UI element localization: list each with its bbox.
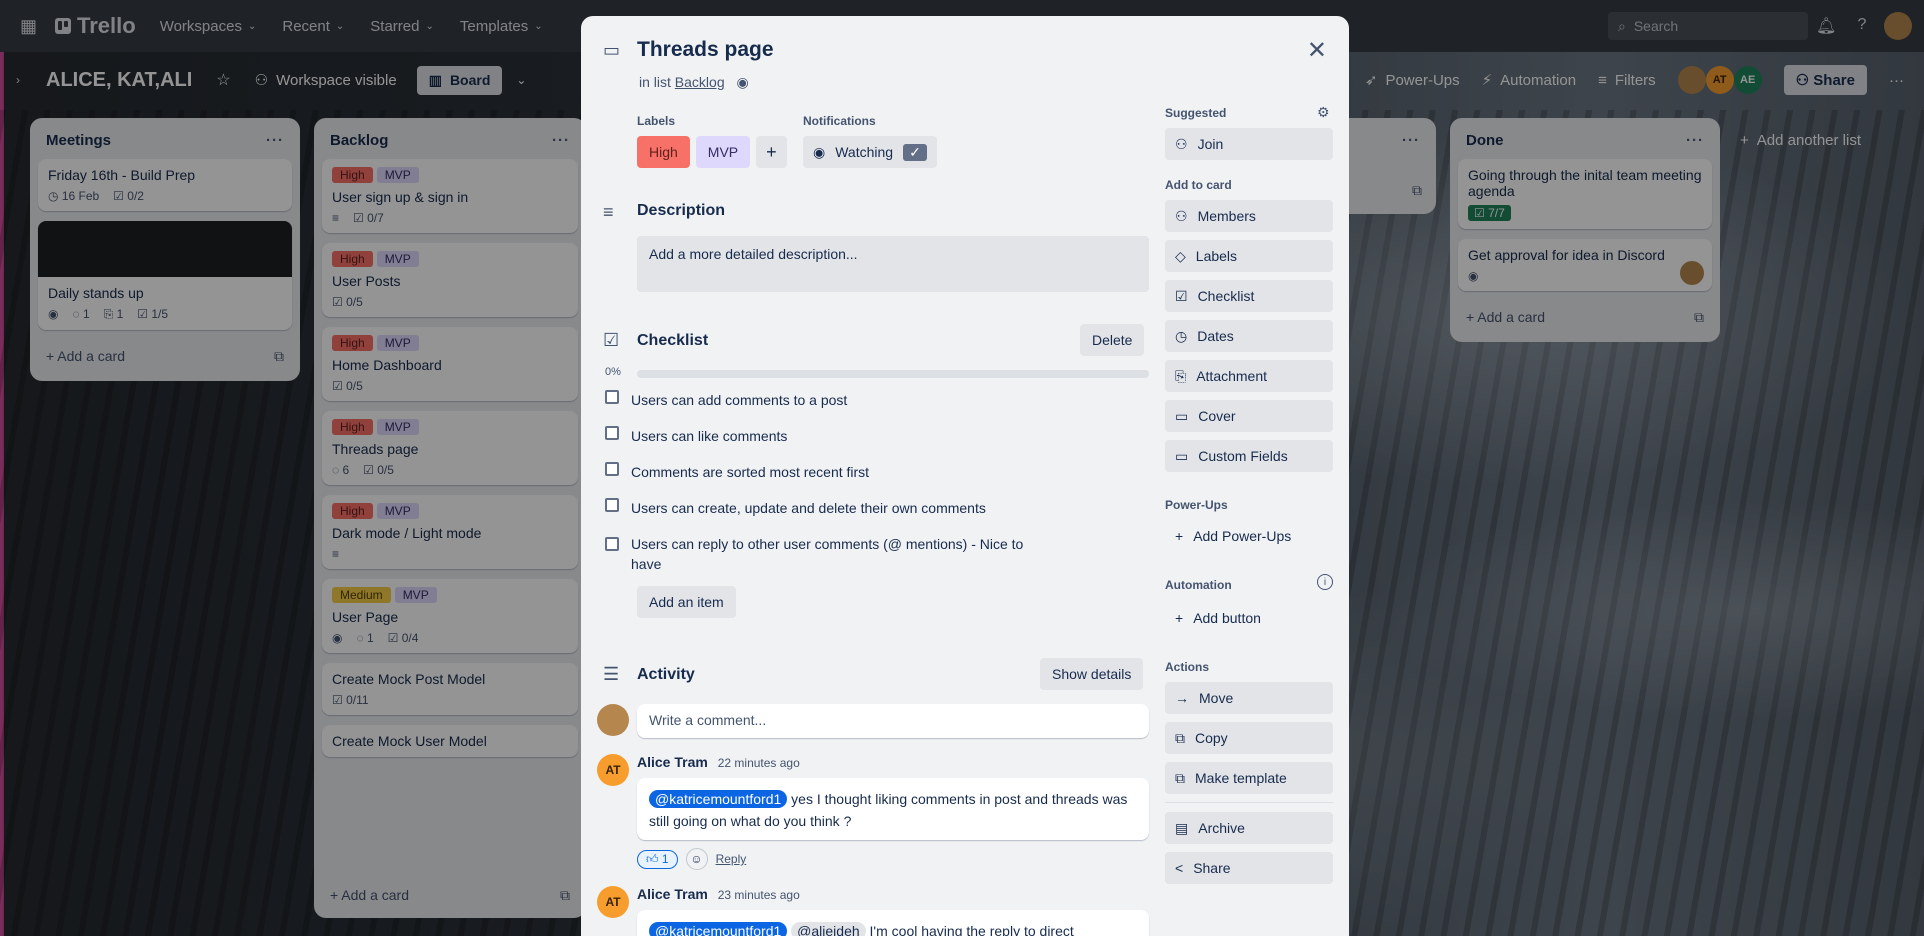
checklist-heading: Checklist [637,332,709,349]
check-icon: ✓ [903,143,927,161]
add-checklist-item-button[interactable]: Add an item [637,586,736,618]
card-icon: ▭ [603,40,621,60]
label-high[interactable]: High [637,136,690,168]
add-powerups-button[interactable]: + Add Power-Ups [1165,520,1333,552]
comment-actions: 👍︎ 1 ☺ Reply [637,848,746,870]
labels-heading: Labels [637,114,676,128]
eye-icon: ◉ [736,74,749,90]
add-label-button[interactable]: + [756,136,787,168]
comment-header: Alice Tram 22 minutes ago [637,754,800,770]
add-reaction-icon[interactable]: ☺ [685,848,708,870]
close-icon[interactable]: ✕ [1307,36,1327,65]
checklist-item[interactable]: Users can create, update and delete thei… [605,498,986,518]
clock-icon: ◷ [1175,327,1188,344]
powerups-heading: Power-Ups [1165,498,1228,512]
checklist-item[interactable]: Users can reply to other user comments (… [605,534,1045,574]
checklist-icon: ☑ [603,330,620,350]
reply-link[interactable]: Reply [716,852,747,866]
attachment-button[interactable]: ⎘ Attachment [1165,360,1333,392]
avatar: AT [597,886,629,918]
show-details-button[interactable]: Show details [1040,658,1144,690]
description-input[interactable]: Add a more detailed description... [637,236,1149,292]
list-link[interactable]: Backlog [675,74,725,90]
archive-button[interactable]: ▤ Archive [1165,812,1333,844]
checklist-button[interactable]: ☑ Checklist [1165,280,1333,312]
copy-button[interactable]: ⧉ Copy [1165,722,1333,754]
copy-icon: ⧉ [1175,729,1185,746]
comment-time: 23 minutes ago [717,888,800,902]
notifications-heading: Notifications [803,114,876,128]
user-mention[interactable]: @katricemountford1 [649,790,788,808]
share-icon: < [1175,860,1184,876]
comment-time: 22 minutes ago [717,756,800,770]
comment-body: @katricemountford1 yes I thought liking … [637,778,1149,840]
person-icon: ⚇ [1175,135,1188,152]
members-button[interactable]: ⚇ Members [1165,200,1333,232]
paperclip-icon: ⎘ [1175,367,1187,384]
user-mention[interactable]: @katricemountford1 [649,922,788,936]
fields-icon: ▭ [1175,447,1189,464]
info-icon[interactable]: i [1317,574,1333,590]
card-detail-modal: ▭ Threads page in list Backlog ◉ ✕ Label… [581,16,1349,936]
comment-header: Alice Tram 23 minutes ago [637,886,800,902]
delete-checklist-button[interactable]: Delete [1080,324,1145,356]
person-icon: ⚇ [1175,207,1188,224]
checklist-item[interactable]: Users can like comments [605,426,787,446]
divider [1165,802,1333,803]
current-user-avatar [597,704,629,736]
actions-heading: Actions [1165,660,1210,674]
labels-button[interactable]: ◇ Labels [1165,240,1333,272]
make-template-button[interactable]: ⧉ Make template [1165,762,1333,794]
label-mvp[interactable]: MVP [695,136,751,168]
reaction-thumbs-up[interactable]: 👍︎ 1 [637,849,678,869]
checklist-icon: ☑ [1175,287,1188,304]
checkbox[interactable] [605,537,619,551]
share-card-button[interactable]: < Share [1165,852,1333,884]
tag-icon: ◇ [1175,247,1186,264]
card-labels: High MVP + [637,136,787,168]
add-automation-button[interactable]: + Add button [1165,602,1333,634]
add-to-card-heading: Add to card [1165,178,1232,192]
join-button[interactable]: ⚇ Join [1165,128,1333,160]
activity-heading: Activity [637,666,695,683]
checklist-progress-bar [637,370,1149,378]
gear-icon[interactable]: ⚙ [1317,104,1330,121]
description-heading: Description [637,202,726,219]
checkbox[interactable] [605,426,619,440]
description-icon: ≡ [603,202,614,222]
custom-fields-button[interactable]: ▭ Custom Fields [1165,440,1333,472]
checkbox[interactable] [605,390,619,404]
card-list-location: in list Backlog ◉ [639,74,749,90]
watch-button[interactable]: ◉ Watching ✓ [803,136,937,168]
user-mention[interactable]: @alieideh [791,922,866,936]
checklist-item[interactable]: Users can add comments to a post [605,390,847,410]
suggested-heading: Suggested [1165,106,1227,120]
cover-button[interactable]: ▭ Cover [1165,400,1333,432]
move-button[interactable]: → Move [1165,682,1333,714]
template-icon: ⧉ [1175,769,1185,786]
card-title[interactable]: Threads page [637,38,774,62]
comment-body: @katricemountford1 @alieideh I'm cool ha… [637,910,1149,936]
comment-author: Alice Tram [637,886,708,902]
arrow-right-icon: → [1175,690,1189,706]
checkbox[interactable] [605,498,619,512]
avatar: AT [597,754,629,786]
checkbox[interactable] [605,462,619,476]
comment-input[interactable]: Write a comment... [637,704,1149,738]
dates-button[interactable]: ◷ Dates [1165,320,1333,352]
archive-icon: ▤ [1175,819,1189,836]
activity-icon: ☰ [603,664,620,684]
cover-icon: ▭ [1175,407,1189,424]
checklist-progress-text: 0% [605,366,621,378]
eye-icon: ◉ [813,143,826,160]
automation-heading: Automation [1165,578,1232,592]
comment-author: Alice Tram [637,754,708,770]
checklist-item[interactable]: Comments are sorted most recent first [605,462,869,482]
